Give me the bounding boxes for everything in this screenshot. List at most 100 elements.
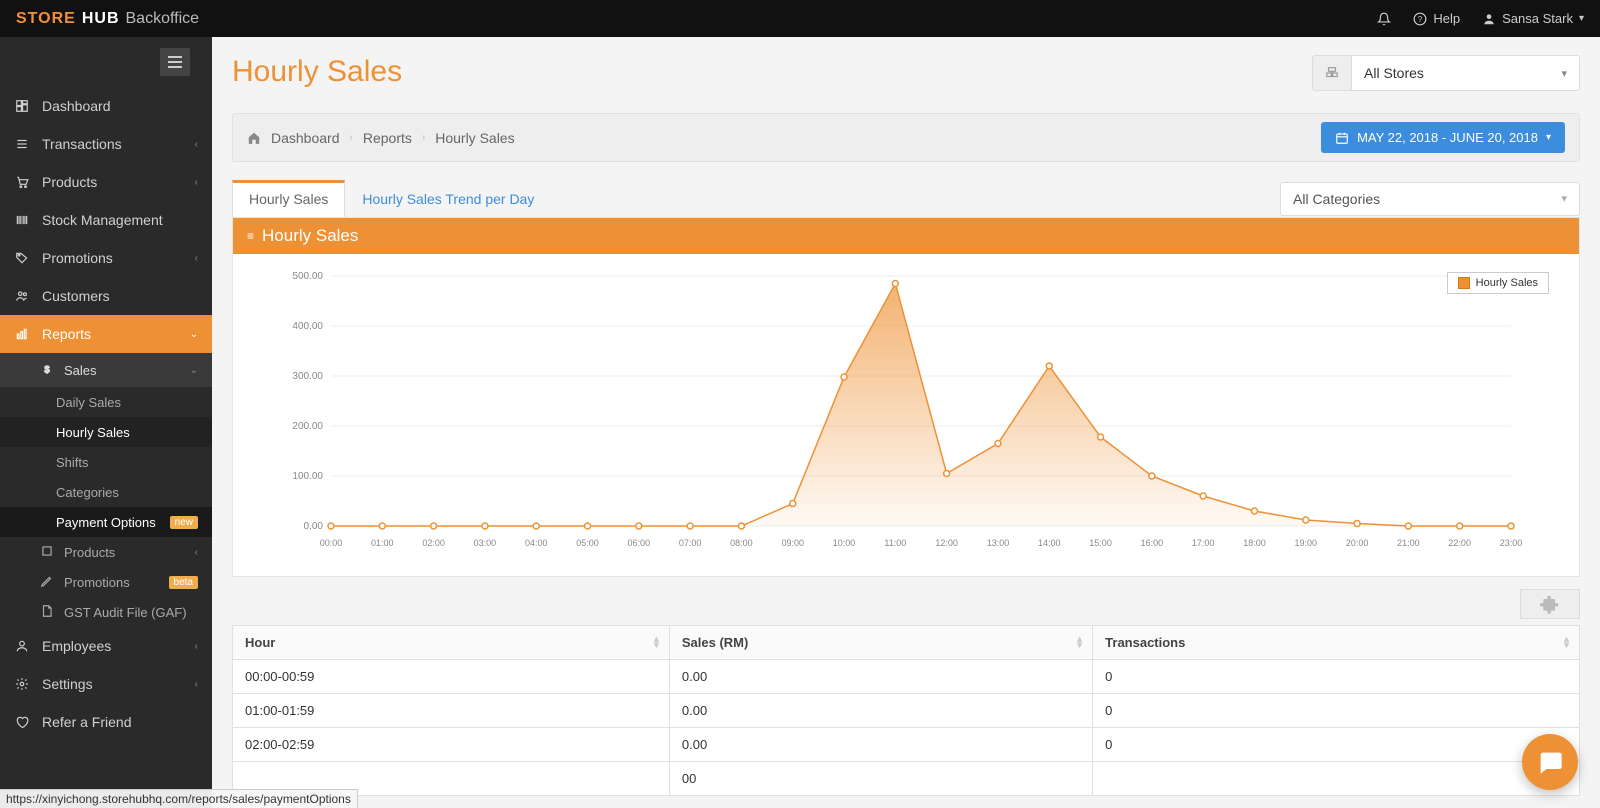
topbar: STOREHUB Backoffice ? Help Sansa Stark ▾ (0, 0, 1600, 37)
table-cell (1093, 762, 1580, 796)
help-label: Help (1433, 11, 1460, 26)
status-bar-url: https://xinyichong.storehubhq.com/report… (0, 789, 358, 808)
table-header[interactable]: Transactions▴▾ (1093, 626, 1580, 660)
sidebar-item-label: Customers (42, 288, 110, 304)
svg-text:06:00: 06:00 (628, 538, 651, 548)
help-icon: ? (1413, 12, 1427, 26)
sidebar-item-label: Refer a Friend (42, 714, 131, 730)
sidebar-leaf-shifts[interactable]: Shifts (0, 447, 212, 477)
sidebar-item-reports[interactable]: Reports⌄ (0, 315, 212, 353)
svg-text:400.00: 400.00 (292, 321, 323, 332)
table-row: 00 (233, 762, 1580, 796)
table-row: 02:00-02:590.000 (233, 728, 1580, 762)
help-button[interactable]: ? Help (1413, 11, 1460, 26)
chevron-left-icon: ‹ (195, 253, 198, 264)
svg-text:11:00: 11:00 (884, 538, 906, 548)
sidebar-item-products[interactable]: Products‹ (0, 163, 212, 201)
chat-icon (1536, 748, 1564, 776)
sidebar-sub-sales[interactable]: $Sales⌄ (0, 353, 212, 387)
sidebar-item-label: Stock Management (42, 212, 163, 228)
table-cell: 0 (1093, 694, 1580, 728)
sidebar-sub-promotions[interactable]: Promotionsbeta (0, 567, 212, 597)
tab-hourly-sales[interactable]: Hourly Sales (232, 180, 345, 217)
table-cell: 0.00 (669, 694, 1092, 728)
date-range-picker[interactable]: MAY 22, 2018 - JUNE 20, 2018 ▾ (1321, 122, 1565, 153)
drag-icon: ≡ (247, 229, 254, 243)
badge-beta: beta (169, 576, 198, 589)
sort-icon: ▴▾ (654, 637, 659, 649)
chevron-left-icon: ‹ (195, 679, 198, 690)
svg-text:17:00: 17:00 (1192, 538, 1215, 548)
chart-legend: Hourly Sales (1447, 272, 1549, 294)
sidebar-collapse-button[interactable] (160, 48, 190, 76)
sidebar-leaf-hourly-sales[interactable]: Hourly Sales (0, 417, 212, 447)
puzzle-icon (1540, 594, 1560, 614)
sidebar: DashboardTransactions‹Products‹Stock Man… (0, 37, 212, 808)
svg-text:100.00: 100.00 (292, 471, 323, 482)
sidebar-item-refer-a-friend[interactable]: Refer a Friend (0, 703, 212, 741)
sidebar-item-label: Reports (42, 326, 91, 342)
table-row: 00:00-00:590.000 (233, 660, 1580, 694)
sidebar-sub-gst[interactable]: GST Audit File (GAF) (0, 597, 212, 627)
svg-text:21:00: 21:00 (1397, 538, 1420, 548)
svg-text:13:00: 13:00 (987, 538, 1010, 548)
calendar-icon (1335, 131, 1349, 145)
svg-text:$: $ (44, 364, 50, 374)
file-icon (40, 604, 54, 621)
svg-text:00:00: 00:00 (320, 538, 343, 548)
chart-panel-header: ≡ Hourly Sales (233, 218, 1579, 254)
svg-text:04:00: 04:00 (525, 538, 548, 548)
chevron-right-icon: › (350, 132, 353, 143)
brand-logo[interactable]: STOREHUB Backoffice (16, 10, 199, 28)
chevron-left-icon: ‹ (195, 547, 198, 558)
svg-text:0.00: 0.00 (304, 521, 324, 532)
sidebar-item-promotions[interactable]: Promotions ‹ (0, 239, 212, 277)
sidebar-item-transactions[interactable]: Transactions‹ (0, 125, 212, 163)
svg-text:18:00: 18:00 (1243, 538, 1266, 548)
badge-new: new (170, 516, 198, 529)
sidebar-item-dashboard[interactable]: Dashboard (0, 87, 212, 125)
breadcrumb-item[interactable]: Dashboard (271, 130, 340, 146)
table-cell: 01:00-01:59 (233, 694, 670, 728)
tab-list: Hourly Sales Hourly Sales Trend per Day (232, 180, 551, 217)
sidebar-item-settings[interactable]: Settings‹ (0, 665, 212, 703)
table-header[interactable]: Hour▴▾ (233, 626, 670, 660)
user-menu[interactable]: Sansa Stark ▾ (1482, 11, 1584, 26)
heart-icon (14, 715, 30, 729)
cart-icon (14, 175, 30, 189)
breadcrumb-item[interactable]: Reports (363, 130, 412, 146)
sort-icon: ▴▾ (1564, 637, 1569, 649)
table-cell: 00:00-00:59 (233, 660, 670, 694)
chart-panel: ≡ Hourly Sales Hourly Sales 0.00100.0020… (232, 217, 1580, 577)
sidebar-item-label: Promotions (42, 250, 113, 266)
svg-text:15:00: 15:00 (1089, 538, 1112, 548)
export-button[interactable] (1520, 589, 1580, 619)
sidebar-item-label: Dashboard (42, 98, 111, 114)
sidebar-leaf-payment-options[interactable]: Payment Optionsnew (0, 507, 212, 537)
chart-title: Hourly Sales (262, 226, 358, 246)
table-cell: 0.00 (669, 728, 1092, 762)
svg-text:16:00: 16:00 (1141, 538, 1164, 548)
svg-text:08:00: 08:00 (730, 538, 753, 548)
store-selector[interactable]: All Stores ▾ (1312, 55, 1580, 91)
store-icon (1312, 55, 1352, 91)
bell-icon (1377, 12, 1391, 26)
notifications-button[interactable] (1377, 12, 1391, 26)
page-title: Hourly Sales (232, 55, 402, 89)
sidebar-item-employees[interactable]: Employees‹ (0, 627, 212, 665)
chat-launcher[interactable] (1522, 734, 1578, 790)
tab-hourly-trend[interactable]: Hourly Sales Trend per Day (345, 180, 551, 217)
category-filter[interactable]: All Categories ▾ (1280, 182, 1580, 216)
sidebar-leaf-categories[interactable]: Categories (0, 477, 212, 507)
sidebar-item-stock-management[interactable]: Stock Management (0, 201, 212, 239)
dollar-icon: $ (40, 362, 54, 379)
sidebar-leaf-daily-sales[interactable]: Daily Sales (0, 387, 212, 417)
svg-text:19:00: 19:00 (1295, 538, 1318, 548)
svg-text:05:00: 05:00 (576, 538, 599, 548)
table-header[interactable]: Sales (RM)▴▾ (669, 626, 1092, 660)
svg-text:09:00: 09:00 (781, 538, 804, 548)
sort-icon: ▴▾ (1077, 637, 1082, 649)
sidebar-item-customers[interactable]: Customers (0, 277, 212, 315)
table-cell: 0 (1093, 728, 1580, 762)
sidebar-sub-products[interactable]: Products‹ (0, 537, 212, 567)
